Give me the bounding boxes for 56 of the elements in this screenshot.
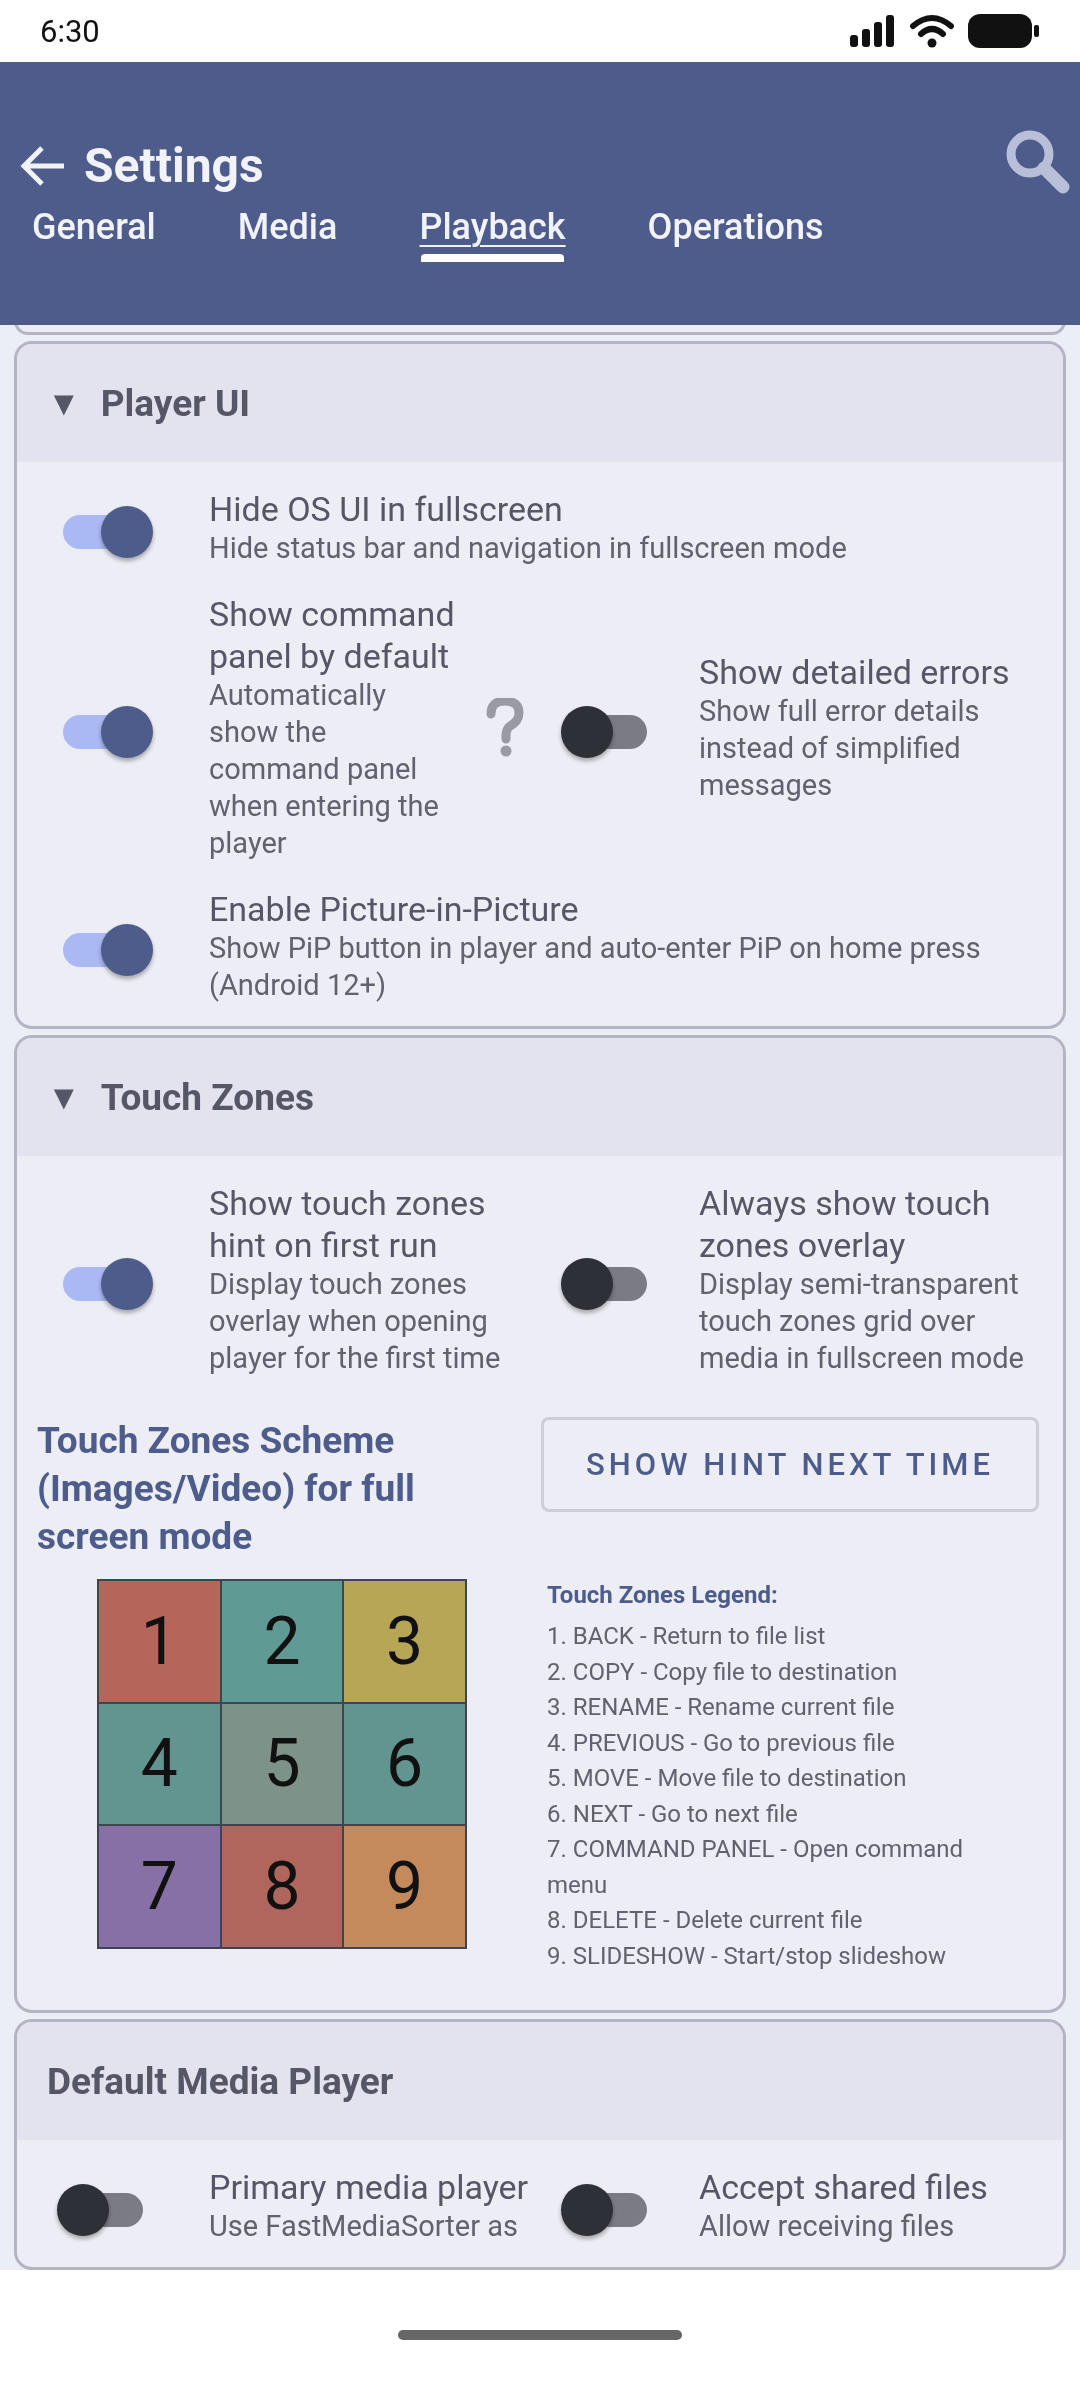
setting-title: Show command panel by default	[209, 593, 456, 677]
legend-item: 4. PREVIOUS - Go to previous file	[547, 1727, 896, 1759]
section-header[interactable]: Default Media Player	[17, 2022, 1063, 2140]
search-icon[interactable]	[1004, 128, 1070, 194]
setting-title: Hide OS UI in fullscreen	[209, 488, 564, 530]
status-time: 6:30	[40, 12, 100, 50]
back-arrow-icon[interactable]	[20, 144, 66, 187]
legend-item: 7. COMMAND PANEL - Open command menu	[547, 1834, 964, 1901]
setting-description: Display touch zones overlay when opening player for the first time	[209, 1266, 502, 1377]
section-title: Player UI	[100, 381, 251, 425]
tab[interactable]: Playback	[401, 198, 584, 264]
zone-number: 7	[99, 1826, 220, 1947]
section-title: Touch Zones	[100, 1075, 314, 1119]
page-title: Settings	[84, 137, 264, 194]
legend-title: Touch Zones Legend:	[547, 1581, 779, 1609]
setting-description: Use FastMediaSorter as	[209, 2208, 519, 2245]
setting-title: Accept shared files	[699, 2166, 989, 2208]
tab[interactable]: Media	[219, 198, 356, 264]
legend-item: 2. COPY - Copy file to destination	[547, 1656, 899, 1688]
section-title: Default Media Player	[47, 2059, 394, 2103]
battery-icon	[968, 14, 1040, 48]
section-header[interactable]: ▼ Touch Zones	[17, 1038, 1063, 1156]
legend-item: 5. MOVE - Move file to destination	[547, 1763, 908, 1794]
setting-title: Show detailed errors	[699, 651, 1011, 693]
setting-description: Display semi-transparent touch zones grid over media in fullscreen mode	[699, 1266, 1025, 1377]
signal-icon	[850, 15, 896, 47]
setting-title: Always show touch zones overlay	[699, 1182, 992, 1266]
setting-description: Hide status bar and navigation in fullscreen mode	[209, 530, 848, 567]
section-header[interactable]: ▼ Player UI	[17, 344, 1063, 462]
legend-item: 1. BACK - Return to file list	[547, 1621, 827, 1652]
expand-arrow: ▼	[47, 1077, 81, 1117]
setting-description: Show PiP button in player and auto-enter PiP on home press (Android 12+)	[209, 930, 982, 1004]
zone-number: 5	[221, 1703, 343, 1825]
tab[interactable]: General	[14, 198, 174, 264]
legend-item: 3. RENAME - Rename current file	[547, 1692, 896, 1723]
legend-item: 9. SLIDESHOW - Start/stop slideshow	[547, 1940, 947, 1972]
setting-description: Allow receiving files	[699, 2208, 956, 2245]
tab[interactable]: Operations	[629, 198, 842, 264]
setting-title: Show touch zones hint on first run	[209, 1182, 487, 1266]
setting-title: Primary media player	[209, 2166, 530, 2208]
zone-number: 6	[344, 1703, 465, 1825]
legend-item: 8. DELETE - Delete current file	[547, 1905, 864, 1936]
setting-title: Enable Picture-in-Picture	[209, 888, 580, 930]
show-hint-button[interactable]: SHOW HINT NEXT TIME	[541, 1417, 1039, 1512]
scheme-title: Touch Zones Scheme (Images/Video) for full screen mode	[37, 1418, 416, 1560]
zone-number: 8	[221, 1826, 343, 1947]
zone-number: 9	[344, 1826, 465, 1947]
setting-description: Show full error details instead of simplified messages	[699, 693, 981, 804]
zone-number: 1	[99, 1581, 220, 1702]
expand-arrow: ▼	[47, 383, 81, 423]
legend-item: 6. NEXT - Go to next file	[547, 1798, 799, 1830]
zone-number: 3	[344, 1581, 465, 1702]
wifi-icon	[910, 14, 954, 48]
setting-description: Automatically show the command panel when entering the player	[209, 677, 440, 862]
zone-number: 2	[221, 1581, 343, 1702]
zone-number: 4	[99, 1703, 220, 1825]
